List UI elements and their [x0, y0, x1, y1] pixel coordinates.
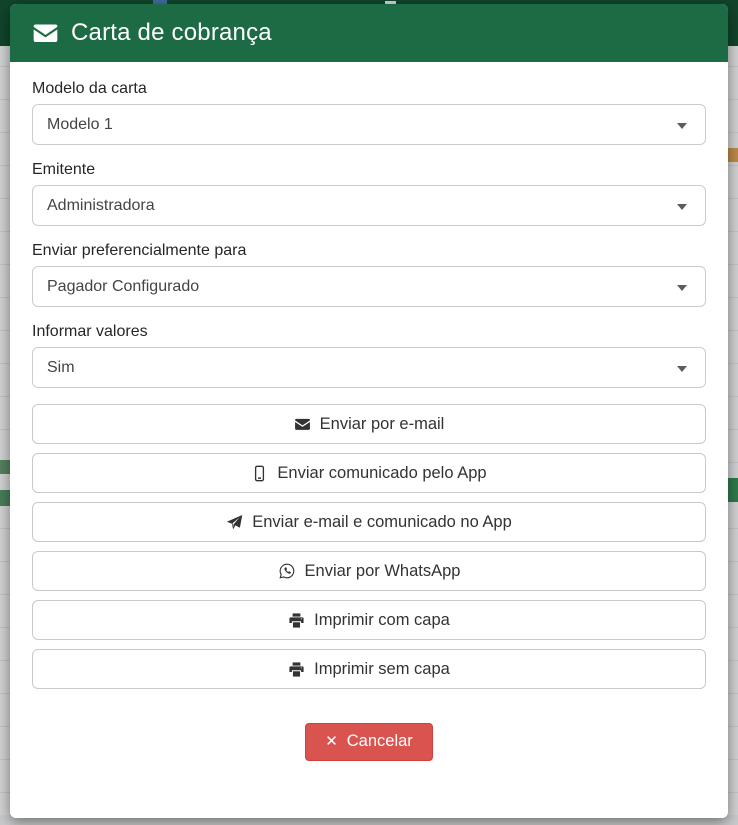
button-label: Enviar por e-mail [320, 415, 445, 434]
carta-de-cobranca-modal: Carta de cobrança Modelo da carta Modelo… [10, 4, 728, 818]
enviar-por-email-button[interactable]: Enviar por e-mail [32, 404, 706, 444]
button-label: Enviar e-mail e comunicado no App [252, 513, 512, 532]
background-green-element-right [728, 478, 738, 502]
modelo-da-carta-select[interactable]: Modelo 1 [32, 104, 706, 145]
cancel-label: Cancelar [347, 732, 413, 751]
modal-title: Carta de cobrança [71, 19, 272, 47]
chevron-down-icon [677, 123, 687, 129]
printer-icon [288, 612, 305, 629]
background-green-element-left [0, 460, 10, 474]
chevron-down-icon [677, 366, 687, 372]
envelope-icon [32, 20, 59, 47]
background-green-element-left-2 [0, 490, 10, 506]
button-label: Imprimir sem capa [314, 660, 450, 679]
paper-plane-icon [226, 514, 243, 531]
enviar-preferencialmente-label: Enviar preferencialmente para [32, 242, 706, 260]
chevron-down-icon [677, 285, 687, 291]
page-background: Carta de cobrança Modelo da carta Modelo… [0, 0, 738, 825]
modal-header: Carta de cobrança [10, 4, 728, 62]
cancel-button[interactable]: ✕ Cancelar [305, 723, 433, 761]
mobile-icon [251, 465, 268, 482]
select-value: Modelo 1 [47, 116, 113, 134]
enviar-email-e-app-button[interactable]: Enviar e-mail e comunicado no App [32, 502, 706, 542]
enviar-comunicado-app-button[interactable]: Enviar comunicado pelo App [32, 453, 706, 493]
informar-valores-label: Informar valores [32, 323, 706, 341]
modelo-da-carta-label: Modelo da carta [32, 80, 706, 98]
background-orange-element [728, 148, 738, 162]
envelope-icon [294, 416, 311, 433]
close-icon: ✕ [325, 734, 338, 749]
select-value: Administradora [47, 197, 155, 215]
enviar-whatsapp-button[interactable]: Enviar por WhatsApp [32, 551, 706, 591]
modal-footer: ✕ Cancelar [32, 698, 706, 761]
emitente-select[interactable]: Administradora [32, 185, 706, 226]
chevron-down-icon [677, 204, 687, 210]
button-label: Enviar comunicado pelo App [277, 464, 486, 483]
printer-icon [288, 661, 305, 678]
modal-body: Modelo da carta Modelo 1 Emitente Admini… [10, 62, 728, 761]
button-label: Imprimir com capa [314, 611, 450, 630]
informar-valores-select[interactable]: Sim [32, 347, 706, 388]
imprimir-com-capa-button[interactable]: Imprimir com capa [32, 600, 706, 640]
select-value: Pagador Configurado [47, 278, 199, 296]
button-label: Enviar por WhatsApp [305, 562, 461, 581]
imprimir-sem-capa-button[interactable]: Imprimir sem capa [32, 649, 706, 689]
emitente-label: Emitente [32, 161, 706, 179]
whatsapp-icon [278, 562, 296, 580]
enviar-preferencialmente-select[interactable]: Pagador Configurado [32, 266, 706, 307]
select-value: Sim [47, 359, 75, 377]
